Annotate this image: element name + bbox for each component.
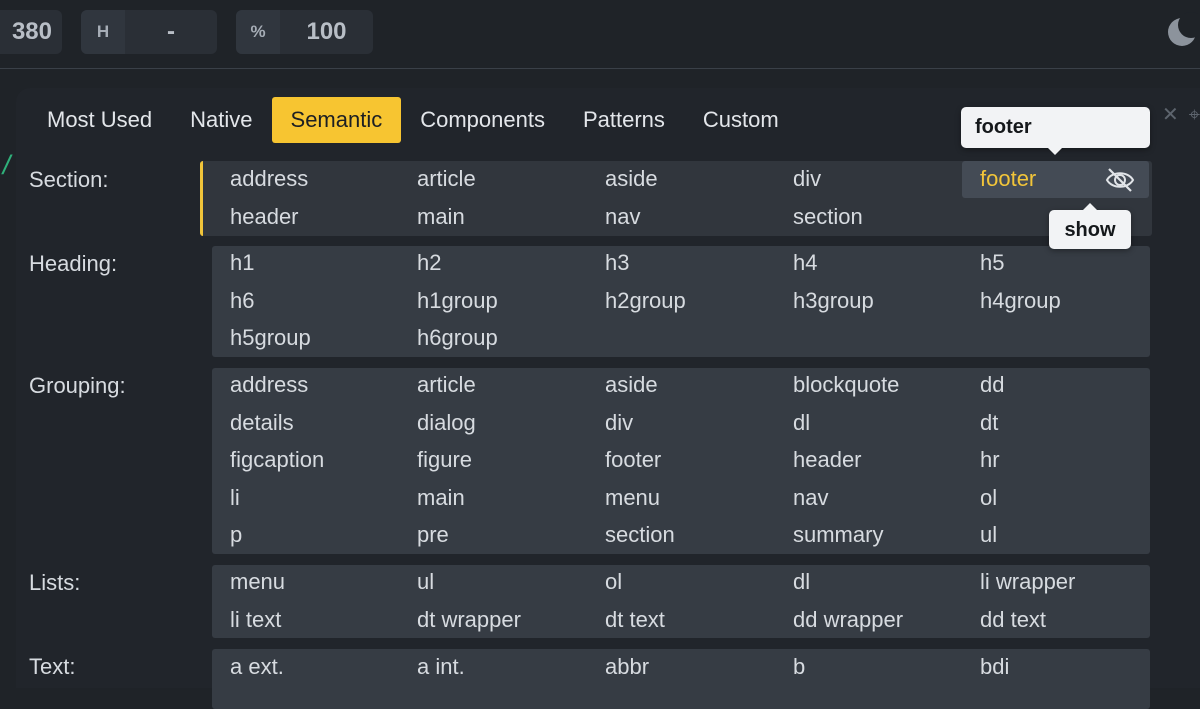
width-value: 380 [11, 18, 52, 45]
element-item[interactable]: h5group [230, 325, 311, 351]
panel-controls: ✕ ⌖ [1152, 102, 1200, 127]
section-group-label: Section: [29, 167, 109, 192]
element-item[interactable]: hr [980, 447, 1000, 473]
element-item[interactable]: ol [980, 485, 997, 511]
element-item[interactable]: address [230, 166, 308, 192]
tab-custom[interactable]: Custom [684, 97, 798, 143]
element-picker-panel: Most Used Native Semantic Components Pat… [16, 88, 1200, 709]
element-item[interactable]: ul [980, 522, 997, 548]
element-item[interactable]: section [605, 522, 675, 548]
element-item[interactable]: dd text [980, 607, 1046, 633]
tab-bar: Most Used Native Semantic Components Pat… [28, 97, 798, 143]
element-item[interactable]: h1group [417, 288, 498, 314]
grouping-group-box [212, 368, 1150, 554]
show-tooltip: show [1049, 203, 1131, 249]
element-item[interactable]: ol [605, 569, 622, 595]
element-item[interactable]: dd wrapper [793, 607, 903, 633]
element-item[interactable]: article [417, 166, 476, 192]
element-item[interactable]: footer [605, 447, 661, 473]
element-item[interactable]: li [230, 485, 240, 511]
element-item[interactable]: h2group [605, 288, 686, 314]
element-item[interactable]: abbr [605, 654, 649, 680]
element-item[interactable]: h4group [980, 288, 1061, 314]
width-field[interactable]: 380 [0, 10, 62, 54]
element-item[interactable]: h3 [605, 250, 629, 276]
tooltip-name: footer [975, 116, 1032, 138]
tab-components[interactable]: Components [401, 97, 564, 143]
close-icon[interactable]: ✕ [1162, 104, 1179, 126]
tab-patterns[interactable]: Patterns [564, 97, 684, 143]
element-item[interactable]: section [793, 204, 863, 230]
element-item[interactable]: bdi [980, 654, 1009, 680]
element-item[interactable]: div [793, 166, 821, 192]
element-item[interactable]: footer [980, 166, 1036, 192]
element-item[interactable]: header [230, 204, 299, 230]
element-item[interactable]: nav [605, 204, 640, 230]
element-item[interactable]: a int. [417, 654, 465, 680]
element-item[interactable]: figcaption [230, 447, 324, 473]
element-item[interactable]: a ext. [230, 654, 284, 680]
tab-native[interactable]: Native [171, 97, 271, 143]
element-item[interactable]: menu [605, 485, 660, 511]
element-item[interactable]: pre [417, 522, 449, 548]
element-item[interactable]: h3group [793, 288, 874, 314]
element-item[interactable]: dl [793, 410, 810, 436]
element-item[interactable]: h6 [230, 288, 254, 314]
element-item[interactable]: article [417, 372, 476, 398]
element-item[interactable]: h5 [980, 250, 1004, 276]
element-item[interactable]: main [417, 204, 465, 230]
grouping-group-label: Grouping: [29, 373, 126, 398]
element-item[interactable]: header [793, 447, 862, 473]
tab-most-used[interactable]: Most Used [28, 97, 171, 143]
top-toolbar: 380 H - % 100 [0, 0, 1200, 69]
element-name-tooltip: footer [961, 107, 1150, 155]
element-item[interactable]: dt wrapper [417, 607, 521, 633]
element-item[interactable]: details [230, 410, 294, 436]
element-item[interactable]: main [417, 485, 465, 511]
element-item[interactable]: h4 [793, 250, 817, 276]
element-item[interactable]: li text [230, 607, 281, 633]
element-item[interactable]: aside [605, 372, 658, 398]
zoom-label: % [236, 10, 280, 54]
eye-off-icon[interactable] [1105, 167, 1135, 193]
element-item[interactable]: div [605, 410, 633, 436]
tab-semantic[interactable]: Semantic [271, 97, 402, 143]
zoom-value: 100 [306, 18, 347, 45]
element-item[interactable]: dt text [605, 607, 665, 633]
element-item[interactable]: figure [417, 447, 472, 473]
element-item[interactable]: b [793, 654, 805, 680]
element-item[interactable]: dl [793, 569, 810, 595]
height-field[interactable]: H - [81, 10, 217, 54]
height-label: H [81, 10, 125, 54]
element-item[interactable]: dt [980, 410, 998, 436]
text-group-label: Text: [29, 654, 76, 679]
crosshair-icon[interactable]: ⌖ [1189, 104, 1200, 126]
tooltip-action: show [1064, 219, 1116, 241]
element-item[interactable]: address [230, 372, 308, 398]
element-item[interactable]: h1 [230, 250, 254, 276]
height-value: - [167, 18, 175, 45]
element-item[interactable]: menu [230, 569, 285, 595]
element-item[interactable]: dialog [417, 410, 476, 436]
element-item[interactable]: h2 [417, 250, 441, 276]
element-item[interactable]: aside [605, 166, 658, 192]
element-item[interactable]: ul [417, 569, 434, 595]
moon-icon[interactable] [1164, 12, 1200, 50]
element-item[interactable]: blockquote [793, 372, 899, 398]
zoom-field[interactable]: % 100 [236, 10, 373, 54]
heading-group-label: Heading: [29, 251, 118, 276]
element-item[interactable]: li wrapper [980, 569, 1075, 595]
element-item[interactable]: h6group [417, 325, 498, 351]
element-item[interactable]: nav [793, 485, 828, 511]
element-item[interactable]: dd [980, 372, 1004, 398]
lists-group-label: Lists: [29, 570, 81, 595]
element-item[interactable]: summary [793, 522, 883, 548]
element-item[interactable]: p [230, 522, 242, 548]
